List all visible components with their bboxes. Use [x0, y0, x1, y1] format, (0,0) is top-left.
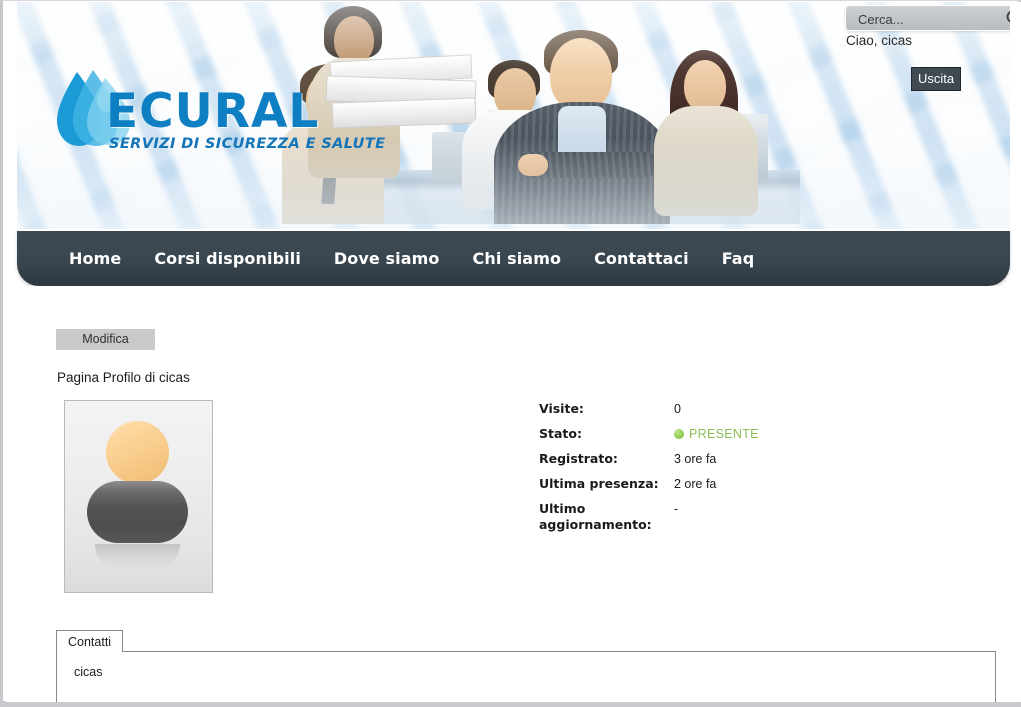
status-badge: PRESENTE [674, 426, 759, 442]
nav-list: Home Corsi disponibili Dove siamo Chi si… [69, 231, 754, 286]
nav-item-corsi-disponibili[interactable]: Corsi disponibili [154, 249, 301, 268]
info-row-stato: Stato: PRESENTE [539, 426, 869, 451]
tab-strip: Contatti [56, 630, 996, 652]
main-navigation: Home Corsi disponibili Dove siamo Chi si… [17, 231, 1010, 286]
avatar-body-icon [87, 481, 188, 543]
profile-info-table: Visite: 0 Stato: PRESENTE Registrato: 3 … [539, 401, 869, 535]
avatar[interactable] [64, 400, 213, 593]
avatar-head-icon [106, 421, 169, 484]
info-value: 0 [674, 402, 681, 416]
user-greeting: Ciao, cicas [846, 33, 913, 48]
search-box[interactable] [845, 5, 1010, 31]
tab-contatti[interactable]: Contatti [56, 630, 124, 652]
info-row-ultima-presenza: Ultima presenza: 2 ore fa [539, 476, 869, 501]
edit-profile-button[interactable]: Modifica [56, 329, 155, 350]
info-row-registrato: Registrato: 3 ore fa [539, 451, 869, 476]
nav-item-chi-siamo[interactable]: Chi siamo [473, 249, 562, 268]
nav-item-home[interactable]: Home [69, 249, 121, 268]
info-label: Ultima presenza: [539, 476, 659, 491]
info-label: Registrato: [539, 451, 618, 466]
info-label: Visite: [539, 401, 584, 416]
nav-item-dove-siamo[interactable]: Dove siamo [334, 249, 440, 268]
info-label: Ultimo aggiornamento: [539, 501, 652, 532]
info-value: 3 ore fa [674, 452, 717, 466]
tabs-area: Contatti cicas [56, 630, 996, 702]
info-row-visite: Visite: 0 [539, 401, 869, 426]
info-row-ultimo-aggiornamento: Ultimo aggiornamento: - [539, 501, 869, 535]
info-label: Stato: [539, 426, 582, 441]
status-text: PRESENTE [689, 427, 759, 441]
logo-wordmark: ECURAL [106, 84, 320, 139]
info-value: 2 ore fa [674, 477, 717, 491]
search-input[interactable] [856, 9, 1000, 29]
nav-item-contattaci[interactable]: Contattaci [594, 249, 689, 268]
tab-panel: cicas [56, 651, 996, 702]
info-value: - [674, 502, 679, 516]
site-logo[interactable]: ECURAL SERVIZI DI SICUREZZA E SALUTE [47, 64, 385, 169]
logo-tagline: SERVIZI DI SICUREZZA E SALUTE [109, 136, 386, 152]
main-content: Modifica Pagina Profilo di cicas Visite:… [6, 286, 1021, 702]
search-icon[interactable] [1005, 9, 1010, 28]
logout-button[interactable]: Uscita [911, 67, 961, 91]
status-online-icon [674, 429, 684, 439]
site-banner: ECURAL SERVIZI DI SICUREZZA E SALUTE Cia… [17, 2, 1010, 229]
tab-panel-content: cicas [74, 665, 103, 679]
page-title: Pagina Profilo di cicas [57, 370, 190, 385]
browser-page-frame: ECURAL SERVIZI DI SICUREZZA E SALUTE Cia… [0, 0, 1021, 707]
page-inner: ECURAL SERVIZI DI SICUREZZA E SALUTE Cia… [6, 2, 1021, 702]
nav-item-faq[interactable]: Faq [722, 249, 755, 268]
avatar-reflection [95, 544, 180, 570]
